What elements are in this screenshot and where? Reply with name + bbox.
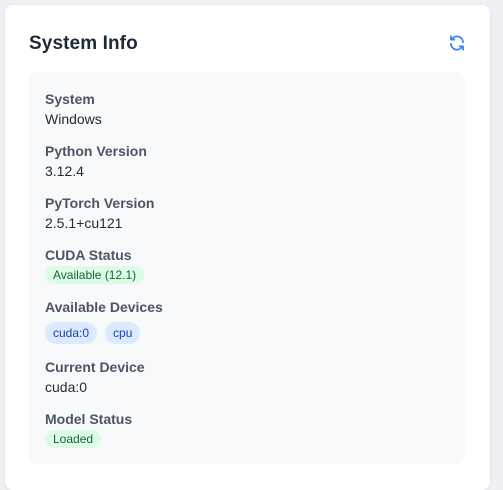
card-title: System Info (29, 33, 138, 54)
model-status-badge: Loaded (45, 430, 102, 448)
model-status-label: Model Status (45, 411, 133, 427)
system-item: System Windows (45, 90, 102, 128)
device-list: cuda:0 cpu (45, 322, 163, 344)
system-label: System (45, 91, 95, 107)
python-version-value: 3.12.4 (45, 163, 84, 179)
device-badge-cpu: cpu (105, 322, 141, 344)
python-version-label: Python Version (45, 143, 147, 159)
device-badge-cuda: cuda:0 (45, 322, 98, 344)
python-version-item: Python Version 3.12.4 (45, 142, 147, 180)
cuda-status-badge: Available (12.1) (45, 266, 145, 284)
system-value: Windows (45, 111, 102, 127)
refresh-button[interactable] (444, 30, 470, 56)
pytorch-version-value: 2.5.1+cu121 (45, 215, 123, 231)
current-device-value: cuda:0 (45, 379, 88, 395)
cuda-status-item: CUDA Status Available (12.1) (45, 246, 145, 284)
available-devices-label: Available Devices (45, 299, 163, 315)
refresh-icon (450, 35, 464, 51)
current-device-item: Current Device cuda:0 (45, 358, 145, 396)
model-status-item: Model Status Loaded (45, 410, 132, 448)
pytorch-version-item: PyTorch Version 2.5.1+cu121 (45, 194, 154, 232)
current-device-label: Current Device (45, 359, 145, 375)
card-header: System Info (29, 33, 466, 63)
system-info-card: System Info System Windows Python Versio… (5, 5, 490, 490)
pytorch-version-label: PyTorch Version (45, 195, 155, 211)
cuda-status-label: CUDA Status (45, 247, 132, 263)
info-panel: System Windows Python Version 3.12.4 PyT… (29, 72, 465, 464)
available-devices-item: Available Devices cuda:0 cpu (45, 298, 163, 344)
